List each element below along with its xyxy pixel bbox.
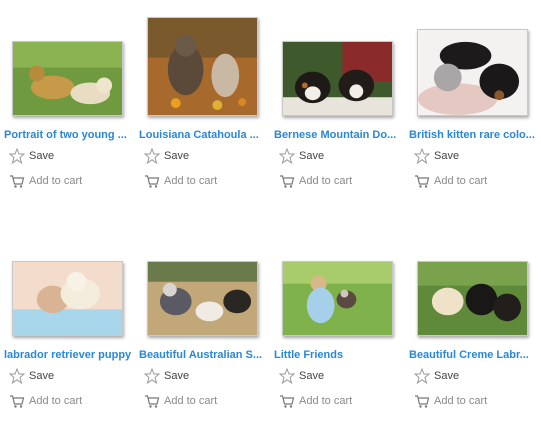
shopping-cart-icon — [9, 393, 25, 409]
shopping-cart-icon — [144, 393, 160, 409]
star-outline-icon — [9, 148, 25, 164]
product-thumbnail[interactable] — [147, 261, 258, 336]
add-to-cart-button[interactable]: Add to cart — [279, 393, 352, 409]
cart-label: Add to cart — [164, 175, 218, 187]
save-button[interactable]: Save — [279, 368, 324, 384]
add-to-cart-button[interactable]: Add to cart — [144, 393, 217, 409]
product-thumbnail[interactable] — [12, 41, 123, 116]
add-to-cart-button[interactable]: Add to cart — [414, 393, 487, 409]
save-button[interactable]: Save — [9, 368, 54, 384]
star-outline-icon — [414, 148, 430, 164]
save-label: Save — [164, 370, 190, 382]
save-label: Save — [434, 150, 460, 162]
product-title[interactable]: Little Friends — [274, 349, 404, 361]
shopping-cart-icon — [9, 173, 25, 189]
star-outline-icon — [414, 368, 430, 384]
cart-label: Add to cart — [434, 175, 488, 187]
product-thumbnail[interactable] — [12, 261, 123, 336]
save-button[interactable]: Save — [279, 148, 324, 164]
product-title[interactable]: Beautiful Australian S... — [139, 349, 269, 361]
star-outline-icon — [9, 368, 25, 384]
save-label: Save — [299, 150, 325, 162]
product-title[interactable]: Portrait of two young ... — [4, 129, 134, 141]
star-outline-icon — [144, 148, 160, 164]
add-to-cart-button[interactable]: Add to cart — [144, 173, 217, 189]
shopping-cart-icon — [144, 173, 160, 189]
cart-label: Add to cart — [299, 175, 353, 187]
product-thumbnail[interactable] — [417, 261, 528, 336]
add-to-cart-button[interactable]: Add to cart — [414, 173, 487, 189]
product-title[interactable]: Bernese Mountain Do... — [274, 129, 404, 141]
save-button[interactable]: Save — [144, 148, 189, 164]
product-thumbnail[interactable] — [147, 17, 258, 116]
save-label: Save — [164, 150, 190, 162]
save-button[interactable]: Save — [9, 148, 54, 164]
save-label: Save — [299, 370, 325, 382]
shopping-cart-icon — [414, 393, 430, 409]
save-label: Save — [29, 150, 55, 162]
product-title[interactable]: Beautiful Creme Labr... — [409, 349, 539, 361]
add-to-cart-button[interactable]: Add to cart — [9, 173, 82, 189]
cart-label: Add to cart — [434, 395, 488, 407]
cart-label: Add to cart — [29, 175, 83, 187]
cart-label: Add to cart — [29, 395, 83, 407]
product-title[interactable]: British kitten rare colo... — [409, 129, 539, 141]
shopping-cart-icon — [279, 173, 295, 189]
save-button[interactable]: Save — [414, 148, 459, 164]
shopping-cart-icon — [279, 393, 295, 409]
add-to-cart-button[interactable]: Add to cart — [279, 173, 352, 189]
shopping-cart-icon — [414, 173, 430, 189]
product-title[interactable]: labrador retriever puppy — [4, 349, 134, 361]
product-thumbnail[interactable] — [417, 29, 528, 116]
product-thumbnail[interactable] — [282, 41, 393, 116]
star-outline-icon — [279, 148, 295, 164]
star-outline-icon — [279, 368, 295, 384]
product-thumbnail[interactable] — [282, 261, 393, 336]
save-label: Save — [29, 370, 55, 382]
save-button[interactable]: Save — [144, 368, 189, 384]
save-label: Save — [434, 370, 460, 382]
product-title[interactable]: Louisiana Catahoula ... — [139, 129, 269, 141]
save-button[interactable]: Save — [414, 368, 459, 384]
add-to-cart-button[interactable]: Add to cart — [9, 393, 82, 409]
star-outline-icon — [144, 368, 160, 384]
cart-label: Add to cart — [299, 395, 353, 407]
cart-label: Add to cart — [164, 395, 218, 407]
